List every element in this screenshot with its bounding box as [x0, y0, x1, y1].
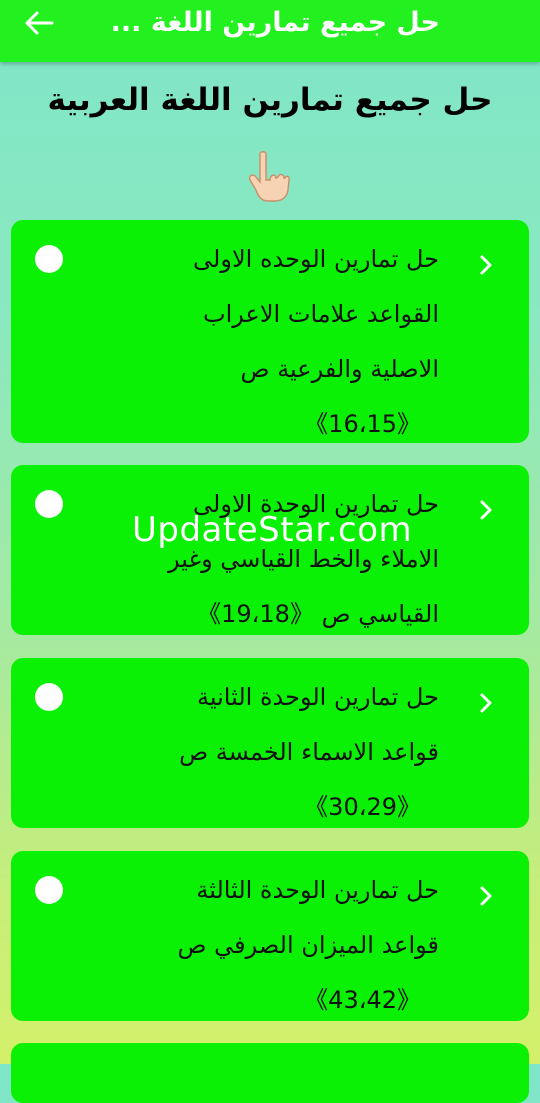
lesson-card-5-partial[interactable]: [11, 1043, 529, 1103]
lesson-card-text: حل تمارين الوحده الاولى القواعد علامات ا…: [109, 232, 439, 452]
lesson-card-2[interactable]: حل تمارين الوحدة الاولى الاملاء والخط ال…: [11, 465, 529, 635]
radio-dot-icon: [35, 490, 63, 518]
card-line: حل تمارين الوحده الاولى: [193, 245, 439, 273]
page-heading: حل جميع تمارين اللغة العربية: [47, 82, 493, 118]
lesson-card-text: حل تمارين الوحدة الاولى الاملاء والخط ال…: [109, 477, 439, 642]
lesson-card-4[interactable]: حل تمارين الوحدة الثالثة قواعد الميزان ا…: [11, 851, 529, 1021]
lesson-card-3[interactable]: حل تمارين الوحدة الثانية قواعد الاسماء ا…: [11, 658, 529, 828]
card-line: 《16،15》: [304, 410, 421, 438]
radio-dot-icon: [35, 876, 63, 904]
chevron-right-icon: [480, 693, 492, 713]
chevron-right-icon: [480, 886, 492, 906]
card-line: قواعد الاسماء الخمسة ص: [179, 738, 439, 766]
lesson-card-text: حل تمارين الوحدة الثالثة قواعد الميزان ا…: [109, 863, 439, 1028]
card-line: قواعد الميزان الصرفي ص: [177, 931, 439, 959]
card-line: الاصلية والفرعية ص: [240, 355, 439, 383]
app-bar: حل جميع تمارين اللغة ...: [0, 0, 540, 62]
card-line: 《30،29》: [304, 793, 421, 821]
card-line: 《43،42》: [304, 986, 421, 1014]
radio-dot-icon: [35, 245, 63, 273]
pointing-down-hand-icon: [248, 151, 290, 202]
card-line: القواعد علامات الاعراب: [203, 300, 439, 328]
card-line: القياسي ص 《19،18》: [197, 600, 439, 628]
app-bar-title: حل جميع تمارين اللغة ...: [110, 7, 440, 38]
card-line: حل تمارين الوحدة الثانية: [196, 683, 439, 711]
card-line: الاملاء والخط القياسي وغير: [168, 545, 439, 573]
chevron-right-icon: [480, 255, 492, 275]
radio-dot-icon: [35, 683, 63, 711]
arrow-back-icon[interactable]: [24, 10, 54, 36]
lesson-card-1[interactable]: حل تمارين الوحده الاولى القواعد علامات ا…: [11, 220, 529, 443]
card-line: حل تمارين الوحدة الثالثة: [196, 876, 439, 904]
lesson-card-text: حل تمارين الوحدة الثانية قواعد الاسماء ا…: [109, 670, 439, 835]
card-line: حل تمارين الوحدة الاولى: [193, 490, 439, 518]
chevron-right-icon: [480, 500, 492, 520]
